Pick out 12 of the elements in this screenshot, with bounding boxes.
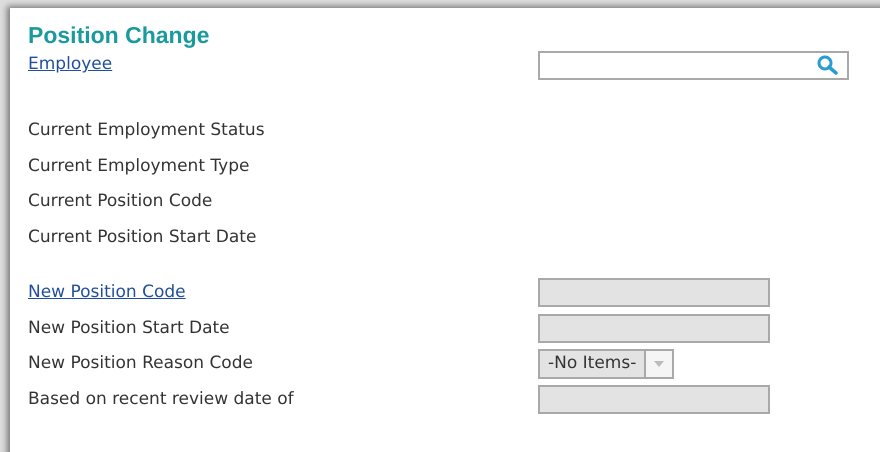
search-field[interactable] xyxy=(538,50,849,80)
field-label: Based on recent review date of xyxy=(28,388,294,410)
field-label: Current Position Start Date xyxy=(28,226,256,248)
field-label: New Position Start Date xyxy=(28,316,230,340)
search-icon xyxy=(817,55,839,75)
field-label: New Position Reason Code xyxy=(28,352,253,375)
employee-label-link[interactable]: Employee xyxy=(28,52,112,78)
field-label: Current Employment Status xyxy=(28,119,265,142)
caret-icon xyxy=(654,360,664,367)
field-label: Current Employment Type xyxy=(28,154,250,178)
page-title: Position Change xyxy=(28,21,210,50)
field-label: Current Position Code xyxy=(28,190,212,213)
